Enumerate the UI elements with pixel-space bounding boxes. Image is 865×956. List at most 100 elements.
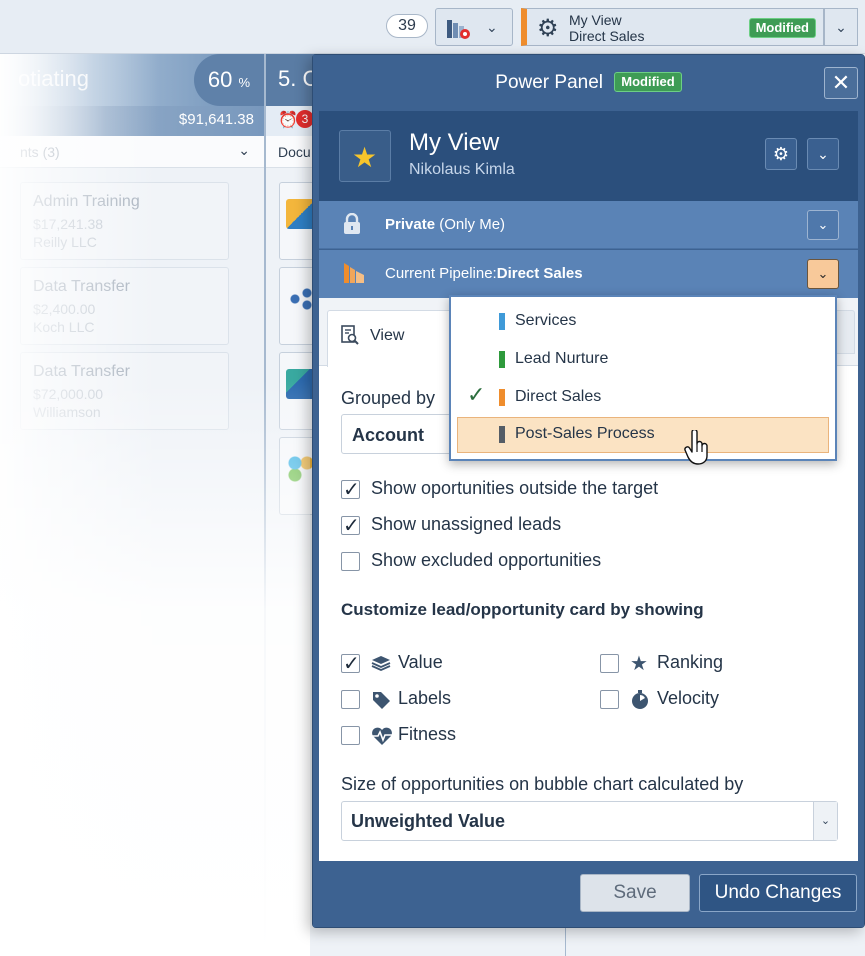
option-label: Velocity <box>657 688 720 708</box>
tab-label: View <box>370 327 405 344</box>
power-panel: Power Panel Modified ✕ ★ My View Nikolau… <box>312 54 865 928</box>
card-value: $17,241.38 <box>33 216 104 232</box>
panel-header: Power Panel Modified ✕ <box>313 55 864 111</box>
checkbox[interactable] <box>341 726 360 745</box>
lock-icon <box>343 212 361 241</box>
pipeline-option-services[interactable]: Services <box>457 304 829 340</box>
checkmark-icon: ✓ <box>467 383 486 408</box>
heartbeat-icon <box>371 726 393 751</box>
modified-badge: Modified <box>614 72 682 92</box>
stage-filter-label: Docu <box>278 144 311 160</box>
pipeline-switch-button[interactable]: ⌄ <box>435 8 513 46</box>
pipeline-option-lead-nurture[interactable]: Lead Nurture <box>457 342 829 378</box>
view-title: My View <box>569 12 622 28</box>
view-owner: Nikolaus Kimla <box>409 161 515 178</box>
card-company: Reilly LLC <box>33 234 97 250</box>
bubble-size-label: Size of opportunities on bubble chart ca… <box>341 774 744 794</box>
gears-icon: ⚙ <box>537 15 559 42</box>
checkbox[interactable] <box>600 690 619 709</box>
column-divider <box>264 54 266 956</box>
option-label: Labels <box>398 688 452 708</box>
velocity-icon <box>630 690 650 715</box>
current-view-button[interactable]: ⚙ My View Direct Sales Modified <box>521 8 824 46</box>
card-company: Koch LLC <box>33 319 95 335</box>
card-value: $72,000.00 <box>33 386 104 402</box>
view-settings-button[interactable]: ⚙ <box>765 138 797 170</box>
pipeline-option-post-sales[interactable]: Post-Sales Process <box>457 417 829 453</box>
pipeline-icon <box>343 262 365 290</box>
chevron-down-icon: ⌄ <box>817 146 829 162</box>
hand-pointer-icon <box>684 430 708 465</box>
pipeline-color-swatch <box>499 313 505 330</box>
modified-badge: Modified <box>748 18 816 38</box>
option-label: Show excluded opportunities <box>371 550 602 570</box>
card-value: $2,400.00 <box>33 301 96 317</box>
pipeline-option-label: Lead Nurture <box>515 350 609 367</box>
privacy-dropdown-button[interactable]: ⌄ <box>807 210 839 240</box>
checkbox[interactable] <box>341 552 360 571</box>
chevron-down-icon: ⌄ <box>817 217 829 232</box>
alarm-icon: ⏰ <box>278 112 298 129</box>
option-label: Value <box>398 652 443 672</box>
card-title: Data Transfer <box>33 278 130 295</box>
card-title: Data Transfer <box>33 363 130 380</box>
option-label: Show oportunities outside the target <box>371 478 659 498</box>
pipeline-dropdown-button[interactable]: ⌄ <box>807 259 839 289</box>
checkbox[interactable] <box>341 513 360 537</box>
checkbox[interactable] <box>341 651 360 675</box>
pipeline-option-label: Services <box>515 312 577 329</box>
pipeline-option-direct-sales[interactable]: ✓ Direct Sales <box>457 380 829 416</box>
opportunity-card[interactable]: Data Transfer $72,000.00 Williamson <box>20 352 229 430</box>
opportunity-card[interactable]: Admin Training $17,241.38 Reilly LLC <box>20 182 229 260</box>
view-subtitle: Direct Sales <box>569 28 645 44</box>
privacy-text: Private (Only Me) <box>385 216 506 233</box>
star-icon: ★ <box>630 653 648 675</box>
stack-icon <box>371 654 391 677</box>
stage-name: otiating <box>18 66 89 91</box>
stage-amount: $91,641.38 <box>178 111 254 128</box>
stage-total: $91,641.38 <box>0 106 264 136</box>
star-icon: ★ <box>352 142 378 173</box>
card-title: Admin Training <box>33 193 140 210</box>
privacy-row[interactable]: Private (Only Me) ⌄ <box>319 201 858 249</box>
pipeline-row[interactable]: Current Pipeline:Direct Sales ⌄ <box>319 250 858 298</box>
tab-view[interactable]: View <box>327 310 457 367</box>
panel-footer: Save Undo Changes <box>313 861 864 927</box>
chevron-down-icon: ⌄ <box>813 802 837 840</box>
search-document-icon <box>340 325 360 350</box>
favorite-view-button[interactable]: ★ <box>339 130 391 182</box>
tag-icon <box>371 690 391 715</box>
undo-changes-button[interactable]: Undo Changes <box>699 874 857 912</box>
pipeline-text: Current Pipeline:Direct Sales <box>385 265 583 282</box>
gear-icon: ⚙ <box>772 144 790 164</box>
option-label: Fitness <box>398 724 457 744</box>
checkbox[interactable] <box>341 477 360 501</box>
count-pill[interactable]: 39 <box>386 14 428 38</box>
top-toolbar: 39 ⌄ ⚙ My View Direct Sales Modified ⌄ <box>0 0 865 54</box>
card-company: Williamson <box>33 404 101 420</box>
checkbox[interactable] <box>341 690 360 709</box>
option-label: Show unassigned leads <box>371 514 562 534</box>
checkbox[interactable] <box>600 654 619 673</box>
chevron-down-icon: ⌄ <box>238 142 250 158</box>
chevron-down-icon: ⌄ <box>817 266 829 281</box>
pipeline-option-label: Post-Sales Process <box>515 425 655 442</box>
stage-filter-dropdown[interactable]: nts (3) ⌄ <box>0 136 264 168</box>
pipeline-color-swatch <box>499 426 505 443</box>
card-section-title: Customize lead/opportunity card by showi… <box>341 600 704 619</box>
close-button[interactable]: ✕ <box>824 67 858 99</box>
opportunity-card[interactable]: Data Transfer $2,400.00 Koch LLC <box>20 267 229 345</box>
panel-title-text: Power Panel <box>495 72 603 93</box>
grouped-by-value: Account <box>352 425 424 445</box>
bubble-size-value: Unweighted Value <box>351 811 506 831</box>
view-menu-chevron[interactable]: ⌄ <box>824 8 858 46</box>
view-name: My View <box>409 129 500 156</box>
bubble-size-select[interactable]: Unweighted Value ⌄ <box>341 801 838 841</box>
panel-title: Power Panel Modified <box>313 55 864 111</box>
save-button[interactable]: Save <box>580 874 690 912</box>
view-menu-button[interactable]: ⌄ <box>807 138 839 170</box>
stage-percent: 60 % <box>194 54 264 106</box>
pipeline-color-swatch <box>499 351 505 368</box>
chevron-down-icon: ⌄ <box>486 19 498 35</box>
pipeline-icon <box>447 20 470 39</box>
